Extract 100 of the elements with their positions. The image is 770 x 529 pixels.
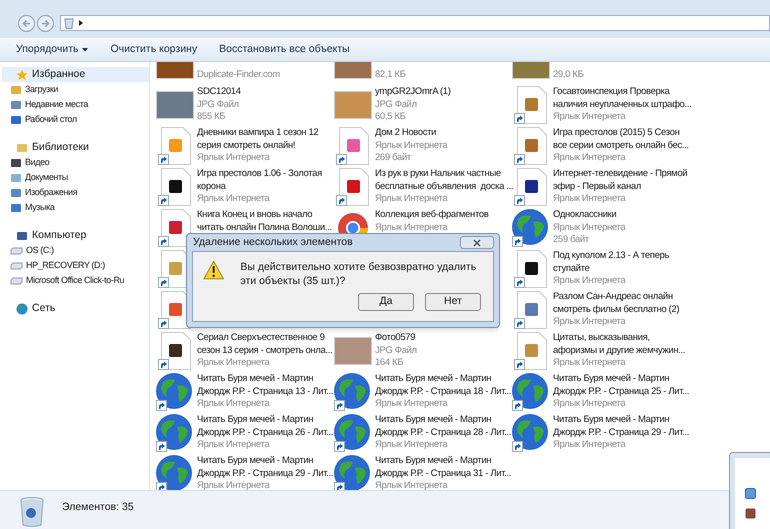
file-detail: Ярлык Интернета xyxy=(375,398,449,410)
nav-group-label: Избранное xyxy=(32,66,86,82)
nav-item-label: Видео xyxy=(25,156,50,169)
file-name: сезон 13 серия - смотреть онла... xyxy=(197,344,332,357)
nav-item-label: OS (C:) xyxy=(26,244,54,257)
app-icon xyxy=(745,488,756,499)
file-name: афоризмы и другие жемчужин... xyxy=(553,344,686,357)
nav-group-header[interactable]: Компьютер xyxy=(2,228,149,243)
file-name: читать онлайн Полина Волоши... xyxy=(197,222,332,234)
nav-item-label: Microsoft Office Click-to-Ru xyxy=(26,274,124,287)
item-count: Элементов: 35 xyxy=(62,500,134,515)
toolbar-button[interactable]: Восстановить все объекты xyxy=(219,42,350,58)
file-detail: Ярлык Интернета xyxy=(375,222,449,234)
nav-item-label: Изображения xyxy=(25,186,78,199)
nav-item[interactable]: Загрузки xyxy=(2,82,149,97)
file-name: Джордж Р.Р. - Страница 28 - Лит... xyxy=(375,426,512,439)
shortcut-arrow-icon xyxy=(334,400,345,411)
nav-item[interactable]: HP_RECOVERY (D:) xyxy=(2,258,149,273)
file-detail: Duplicate-Finder.com xyxy=(197,68,280,81)
file-detail: Ярлык Интернета xyxy=(553,193,627,206)
file-name: Сериал Сверхъестественное 9 xyxy=(197,332,326,344)
file-name: Читать Буря мечей - Мартин xyxy=(197,414,314,426)
file-detail: Ярлык Интернета xyxy=(553,222,626,234)
file-name: SDC12014 xyxy=(197,86,241,98)
file-name: Джордж Р.Р. - Страница 31 - Лит... xyxy=(375,468,512,480)
address-bar[interactable] xyxy=(60,15,770,31)
globe-icon xyxy=(156,373,192,409)
caret-icon xyxy=(82,48,88,52)
shortcut-arrow-icon xyxy=(156,441,167,452)
back-arrow-icon xyxy=(22,19,31,28)
nav-item-label: Музыка xyxy=(25,200,54,214)
file-name: Дом 2 Новости xyxy=(375,127,438,140)
nav-item-label: Рабочий стол xyxy=(25,112,77,126)
file-name: Игра престолов (2015) 5 Сезон xyxy=(553,127,680,140)
warning-icon xyxy=(203,260,224,280)
back-button[interactable] xyxy=(18,15,35,32)
dialog-button[interactable]: Нет xyxy=(425,293,481,311)
file-detail: Ярлык Интернета xyxy=(375,193,449,206)
file-name: все серии смотреть онлайн бес... xyxy=(553,140,689,152)
file-name: Читать Буря мечей - Мартин xyxy=(375,414,492,426)
star-icon xyxy=(16,68,28,80)
toolbar-button[interactable]: Очистить корзину xyxy=(110,42,198,58)
nav-item-label: Документы xyxy=(25,170,68,184)
drive-icon xyxy=(10,246,23,254)
forward-arrow-icon xyxy=(41,19,50,28)
nav-item[interactable]: Документы xyxy=(2,170,149,185)
file-name: бесплатные объявления доска ... xyxy=(375,180,514,193)
nav-item[interactable]: OS (C:) xyxy=(2,243,149,258)
file-name: Читать Буря мечей - Мартин xyxy=(553,373,670,386)
nav-group-label: Компьютер xyxy=(32,228,86,243)
file-name: Цитаты, высказывания, xyxy=(553,332,651,344)
file-detail: Ярлык Интернета xyxy=(375,480,449,490)
nav-group-header[interactable]: Библиотеки xyxy=(2,140,149,155)
forward-button[interactable] xyxy=(37,15,54,32)
file-name: Из рук в руки Нальчик частные xyxy=(375,168,502,180)
toolbar-button[interactable]: Упорядочить xyxy=(16,42,88,58)
file-detail: 269 байт xyxy=(375,152,412,164)
globe-icon xyxy=(512,373,548,409)
file-name: серия смотреть онлайн! xyxy=(197,140,296,152)
nav-group-label: Сеть xyxy=(32,300,56,316)
nav-item[interactable]: Видео xyxy=(2,155,149,170)
file-detail: Ярлык Интернета xyxy=(197,439,271,452)
globe-icon xyxy=(16,302,28,314)
file-detail: Ярлык Интернета xyxy=(197,398,271,410)
file-detail: 60,5 КБ xyxy=(375,111,406,124)
nav-item[interactable]: Музыка xyxy=(2,200,149,215)
app-icon xyxy=(745,508,756,519)
file-detail: Ярлык Интернета xyxy=(553,316,627,328)
close-button[interactable] xyxy=(460,236,494,249)
file-name: корона xyxy=(197,180,227,193)
file-detail: Ярлык Интернета xyxy=(553,439,627,452)
nav-item[interactable]: Microsoft Office Click-to-Ru xyxy=(2,273,149,288)
shortcut-arrow-icon xyxy=(334,441,345,452)
dialog-button[interactable]: Да xyxy=(358,293,414,311)
file-detail: JPG Файл xyxy=(375,344,417,357)
nav-item[interactable]: Недавние места xyxy=(2,97,149,112)
close-icon xyxy=(473,238,481,246)
file-name: Джордж Р.Р. - Страница 25 - Лит... xyxy=(553,386,690,398)
file-name: Одноклассники xyxy=(553,209,618,222)
nav-group-header[interactable]: Сеть xyxy=(2,301,149,316)
file-name: ступайте xyxy=(553,262,590,275)
file-name: Дневники вампира 1 сезон 12 xyxy=(197,127,318,140)
file-name: эфир - Первый канал xyxy=(553,180,642,193)
file-detail: 164 КБ xyxy=(375,357,404,370)
drive-icon xyxy=(10,262,23,270)
nav-item[interactable]: Изображения xyxy=(2,185,149,200)
shortcut-arrow-icon xyxy=(512,441,523,452)
file-name: Джордж Р.Р. - Страница 29 - Лит... xyxy=(197,468,334,480)
file-detail: Ярлык Интернета xyxy=(553,152,627,164)
globe-icon xyxy=(334,414,370,450)
file-detail: Ярлык Интернета xyxy=(197,357,271,370)
file-name: Читать Буря мечей - Мартин xyxy=(553,414,670,426)
file-detail: Ярлык Интернета xyxy=(553,275,627,288)
chevron-right-icon xyxy=(79,20,83,26)
file-name: Читать Буря мечей - Мартин xyxy=(197,373,314,386)
file-name: Читать Буря мечей - Мартин xyxy=(375,455,492,468)
nav-item[interactable]: Рабочий стол xyxy=(2,112,149,127)
nav-group-header[interactable]: Избранное xyxy=(2,67,149,82)
file-name: Джордж Р.Р. - Страница 18 - Лит... xyxy=(375,386,512,398)
globe-icon xyxy=(334,373,370,409)
